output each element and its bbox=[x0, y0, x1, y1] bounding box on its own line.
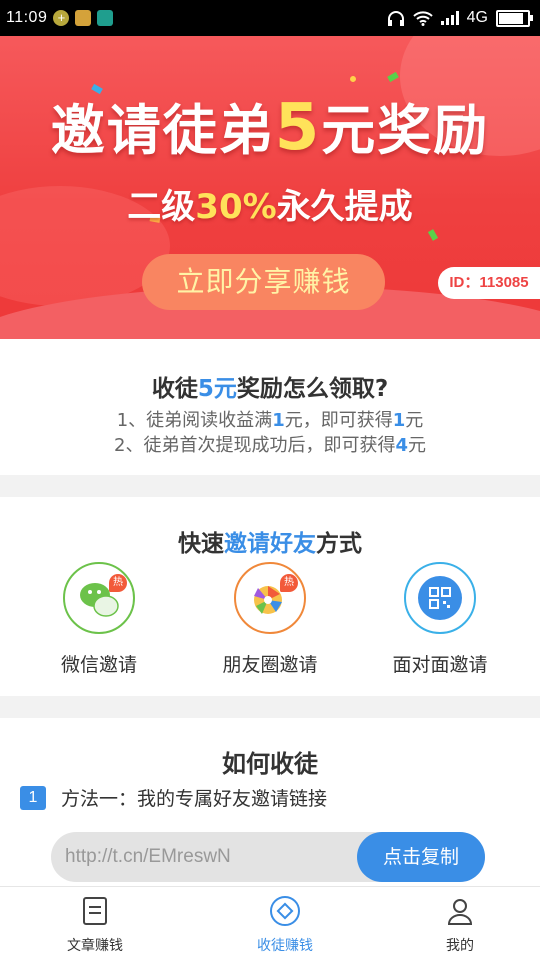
qrcode-icon[interactable] bbox=[404, 562, 476, 634]
battery-icon bbox=[496, 9, 533, 27]
wechat-glyph bbox=[80, 583, 119, 617]
network-type: 4G bbox=[466, 9, 488, 26]
wechat-icon[interactable]: 热 bbox=[63, 562, 135, 634]
method-text: 方法一：我的专属好友邀请链接 bbox=[61, 788, 328, 810]
face-to-face-invite-option[interactable]: 面对面邀请 bbox=[365, 562, 515, 677]
rule-amount: 4 bbox=[395, 435, 408, 456]
profile-icon bbox=[447, 899, 473, 925]
moments-icon[interactable]: 热 bbox=[234, 562, 306, 634]
banner-title: 邀请徒弟5元奖励 bbox=[0, 86, 540, 165]
nav-item-articles[interactable]: 文章赚钱 bbox=[35, 895, 155, 955]
hot-badge: 热 bbox=[280, 574, 298, 592]
face-to-face-invite-label: 面对面邀请 bbox=[392, 654, 488, 676]
confetti bbox=[387, 71, 399, 83]
method-number-badge: 1 bbox=[20, 786, 46, 810]
banner-sub-percent: 30% bbox=[195, 187, 277, 227]
reward-title-post: 奖励怎么领取? bbox=[236, 376, 389, 402]
how-title: 如何收徒 bbox=[222, 750, 318, 778]
wechat-invite-label: 微信邀请 bbox=[60, 654, 137, 676]
nav-item-invite[interactable]: 收徒赚钱 bbox=[225, 895, 345, 955]
status-time: 11:09 bbox=[6, 9, 48, 26]
banner-title-pre: 邀请徒弟 bbox=[50, 99, 275, 162]
moments-invite-label: 朋友圈邀请 bbox=[222, 654, 318, 676]
copy-link-button[interactable]: 点击复制 bbox=[357, 832, 485, 882]
rule-text: 1、徒弟阅读收益满 bbox=[116, 410, 273, 431]
nav-label-articles: 文章赚钱 bbox=[67, 938, 123, 954]
bottom-nav: 文章赚钱 收徒赚钱 我的 bbox=[0, 886, 540, 961]
quick-title-post: 方式 bbox=[316, 531, 362, 557]
status-right: 4G bbox=[387, 9, 533, 27]
quick-title-highlight: 邀请好友 bbox=[224, 531, 316, 557]
banner-title-post: 元奖励 bbox=[321, 99, 490, 162]
banner-sub-pre: 二级 bbox=[127, 187, 196, 227]
moments-glyph bbox=[254, 586, 282, 614]
reward-title: 收徒5元奖励怎么领取? bbox=[0, 369, 540, 403]
reward-title-pre: 收徒 bbox=[151, 376, 198, 402]
confetti bbox=[348, 74, 358, 84]
nav-item-profile[interactable]: 我的 bbox=[400, 895, 520, 955]
rule-text: 元，即可获得 bbox=[284, 410, 393, 431]
status-bar: 11:09 + 4G bbox=[0, 0, 540, 36]
reward-rule-2: 2、徒弟首次提现成功后，即可获得4元 bbox=[0, 431, 540, 457]
notification-app-icon: + bbox=[53, 10, 70, 26]
nav-label-invite: 收徒赚钱 bbox=[257, 938, 313, 954]
wifi-icon bbox=[412, 11, 433, 26]
banner-subtitle: 二级30%永久提成 bbox=[0, 179, 540, 228]
wechat-invite-option[interactable]: 热 微信邀请 bbox=[24, 562, 174, 677]
how-to-invite-section: 如何收徒 1 方法一：我的专属好友邀请链接 http://t.cn/EMresw… bbox=[0, 718, 540, 886]
moments-invite-option[interactable]: 热 朋友圈邀请 bbox=[195, 562, 345, 677]
banner-sub-post: 永久提成 bbox=[276, 187, 413, 227]
reward-title-amount: 5元 bbox=[197, 376, 237, 402]
article-icon bbox=[83, 897, 107, 925]
rule-text: 元 bbox=[405, 410, 424, 431]
share-now-button[interactable]: 立即分享赚钱 bbox=[142, 254, 385, 310]
quick-invite-section: 快速邀请好友方式 热 微信邀请 热 朋友圈邀请 面对面邀请 bbox=[0, 497, 540, 696]
headphone-icon bbox=[387, 11, 404, 26]
notification-box-icon bbox=[75, 10, 92, 26]
nav-label-profile: 我的 bbox=[446, 938, 474, 954]
confetti bbox=[427, 229, 439, 241]
reward-rule-1: 1、徒弟阅读收益满1元，即可获得1元 bbox=[0, 406, 540, 432]
quick-invite-title: 快速邀请好友方式 bbox=[0, 524, 540, 558]
invite-icon bbox=[270, 896, 300, 926]
reward-section: 收徒5元奖励怎么领取? 1、徒弟阅读收益满1元，即可获得1元 2、徒弟首次提现成… bbox=[0, 339, 540, 475]
invite-banner: 邀请徒弟5元奖励 二级30%永久提成 立即分享赚钱 ID：113085 bbox=[0, 36, 540, 339]
invite-link-text[interactable]: http://t.cn/EMreswN bbox=[65, 832, 231, 882]
rule-text: 2、徒弟首次提现成功后，即可获得 bbox=[114, 435, 396, 456]
notification-scan-icon bbox=[97, 10, 114, 26]
qrcode-glyph bbox=[418, 576, 462, 620]
banner-title-number: 5 bbox=[274, 91, 322, 165]
rule-text: 元 bbox=[407, 435, 426, 456]
hot-badge: 热 bbox=[109, 574, 127, 592]
signal-icon bbox=[440, 11, 459, 25]
quick-title-pre: 快速 bbox=[178, 531, 224, 557]
user-id-tag: ID：113085 bbox=[438, 267, 540, 299]
rule-amount: 1 bbox=[272, 410, 285, 431]
invite-link-box[interactable]: http://t.cn/EMreswN 点击复制 bbox=[51, 832, 485, 882]
rule-amount: 1 bbox=[392, 410, 406, 431]
